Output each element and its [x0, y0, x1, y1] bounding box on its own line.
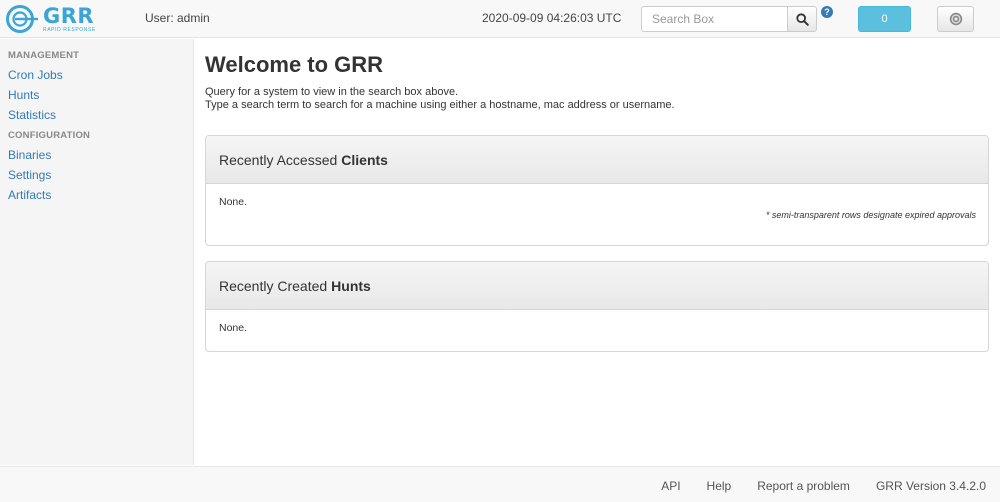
main-content: Welcome to GRR Query for a system to vie…	[205, 39, 990, 352]
search-button[interactable]	[787, 6, 817, 32]
recent-hunts-body: None.	[206, 310, 988, 346]
sidebar-item-statistics[interactable]: Statistics	[0, 109, 193, 129]
sidebar-item-binaries[interactable]: Binaries	[0, 149, 193, 169]
user-label: User: admin	[145, 11, 210, 25]
logo-tagline: RAPID RESPONSE	[43, 26, 96, 33]
recent-clients-empty: None.	[219, 196, 248, 208]
sidebar-item-settings[interactable]: Settings	[0, 169, 193, 189]
notifications-button[interactable]: 0	[858, 6, 911, 32]
footer-link-api[interactable]: API	[661, 479, 680, 493]
intro-line-2: Type a search term to search for a machi…	[205, 99, 675, 111]
recent-clients-heading: Recently Accessed Clients	[206, 136, 988, 184]
grr-logo-icon	[6, 5, 38, 33]
sidebar-section-configuration: CONFIGURATION	[8, 130, 91, 141]
server-timestamp: 2020-09-09 04:26:03 UTC	[482, 11, 622, 25]
intro-text: Query for a system to view in the search…	[205, 86, 990, 112]
recent-hunts-heading-prefix: Recently Created	[219, 277, 328, 294]
recent-clients-heading-strong: Clients	[341, 151, 388, 168]
footer-link-report-problem[interactable]: Report a problem	[757, 479, 850, 493]
search-icon	[795, 12, 809, 26]
top-navbar: GRR RAPID RESPONSE User: admin 2020-09-0…	[0, 0, 1000, 38]
search-box	[641, 6, 817, 32]
footer-version: GRR Version 3.4.2.0	[875, 479, 986, 493]
recent-clients-panel: Recently Accessed Clients None. * semi-t…	[205, 135, 989, 246]
intro-line-1: Query for a system to view in the search…	[205, 86, 459, 98]
sidebar-item-artifacts[interactable]: Artifacts	[0, 189, 193, 209]
sidebar-item-hunts[interactable]: Hunts	[0, 89, 193, 109]
logo-text: GRR RAPID RESPONSE	[43, 3, 96, 33]
recent-clients-body: None. * semi-transparent rows designate …	[206, 184, 988, 220]
footer-link-help[interactable]: Help	[707, 479, 732, 493]
sidebar: MANAGEMENT Cron Jobs Hunts Statistics CO…	[0, 39, 194, 465]
footer: API Help Report a problem GRR Version 3.…	[0, 466, 1000, 502]
logo-wordmark: GRR	[43, 3, 95, 28]
settings-button[interactable]	[937, 6, 974, 32]
grr-logo[interactable]: GRR RAPID RESPONSE	[5, 4, 105, 34]
recent-hunts-heading-strong: Hunts	[331, 277, 371, 294]
expired-approvals-note: * semi-transparent rows designate expire…	[765, 210, 976, 220]
gear-icon	[949, 12, 962, 26]
recent-hunts-empty: None.	[219, 322, 248, 334]
recent-hunts-panel: Recently Created Hunts None.	[205, 261, 989, 352]
sidebar-section-management: MANAGEMENT	[8, 50, 80, 61]
recent-clients-heading-prefix: Recently Accessed	[219, 151, 338, 168]
sidebar-item-cron-jobs[interactable]: Cron Jobs	[0, 69, 193, 89]
footer-links: API Help Report a problem GRR Version 3.…	[635, 479, 986, 493]
search-help-icon[interactable]: ?	[821, 6, 833, 18]
recent-hunts-heading: Recently Created Hunts	[206, 262, 988, 310]
search-input[interactable]	[641, 6, 787, 32]
page-title: Welcome to GRR	[205, 52, 384, 77]
